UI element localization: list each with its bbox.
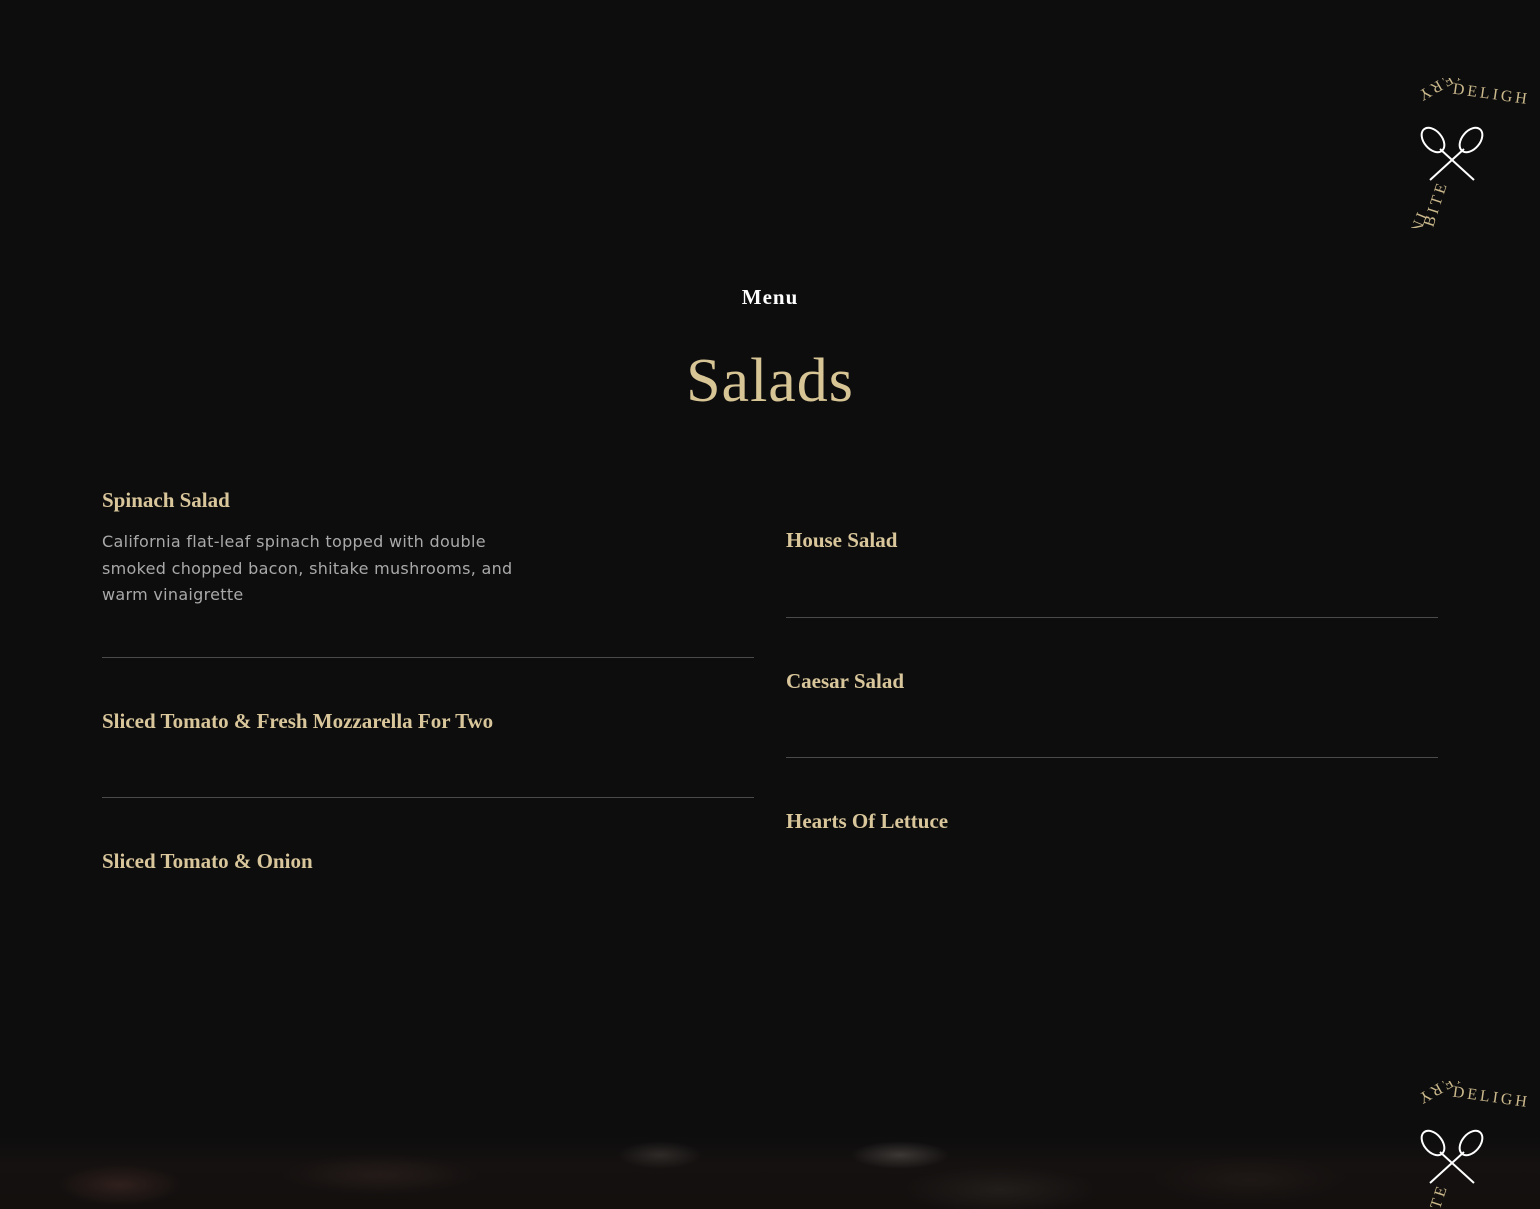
menu-item-name: Caesar Salad: [786, 669, 905, 693]
page-title: Salads: [686, 347, 854, 415]
menu-item-name: Hearts Of Lettuce: [786, 809, 949, 833]
divider: [786, 617, 1438, 618]
crossed-spoons-icon: [1420, 126, 1484, 181]
menu-item-name: Sliced Tomato & Fresh Mozzarella For Two: [102, 709, 494, 733]
section-eyebrow: Menu: [741, 285, 799, 309]
menu-item-name: House Salad: [786, 528, 898, 552]
badge-text-left: BITE: [1421, 1182, 1452, 1209]
menu-item: Spinach Salad California flat-leaf spina…: [102, 485, 754, 609]
divider: [786, 757, 1438, 758]
crossed-spoons-icon: [1420, 1129, 1484, 1184]
footer-background-photo: [0, 1135, 1540, 1209]
brand-badge-bottom: DELIGHT BITE EVERY IN: [1377, 1081, 1527, 1209]
menu-item: Sliced Tomato & Fresh Mozzarella For Two: [102, 706, 754, 736]
menu-item-description: California flat-leaf spinach topped with…: [102, 532, 513, 604]
badge-text-top: DELIGHT: [1452, 81, 1527, 110]
menu-item-name: Sliced Tomato & Onion: [102, 849, 313, 873]
badge-text-top: DELIGHT: [1452, 1084, 1527, 1113]
badge-graphic: DELIGHT BITE EVERY IN: [1405, 78, 1527, 228]
divider: [102, 657, 754, 658]
menu-item-name: Spinach Salad: [102, 488, 230, 512]
menu-item: Sliced Tomato & Onion: [102, 846, 754, 876]
menu-item: Caesar Salad: [786, 666, 1438, 696]
divider: [102, 797, 754, 798]
menu-item: House Salad: [786, 525, 1438, 555]
badge-graphic: DELIGHT BITE EVERY IN: [1413, 1081, 1527, 1209]
menu-item: Hearts Of Lettuce: [786, 806, 1438, 836]
brand-badge: DELIGHT BITE EVERY IN: [1377, 78, 1527, 228]
